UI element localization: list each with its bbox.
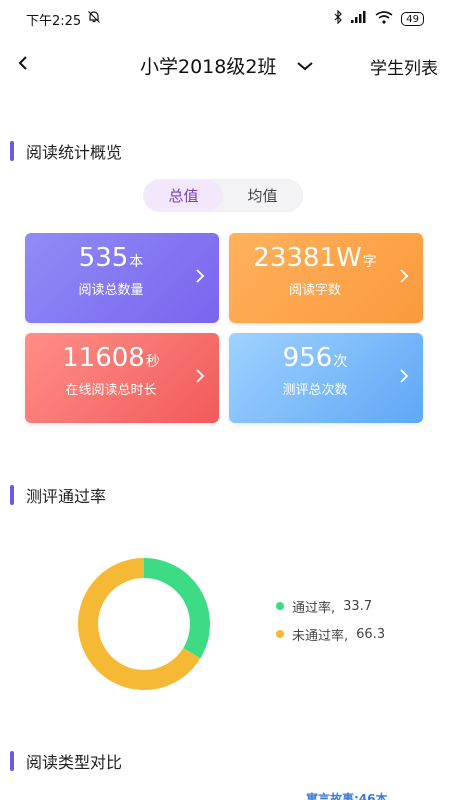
section-pass-rate-title: 测评通过率 bbox=[26, 487, 107, 506]
section-reading-type-title: 阅读类型对比 bbox=[26, 753, 123, 772]
stat-label: 在线阅读总时长 bbox=[65, 383, 157, 398]
signal-icon bbox=[351, 11, 367, 27]
toggle-total[interactable]: 总值 bbox=[144, 180, 223, 211]
stat-value-row: 956次 bbox=[229, 343, 401, 377]
section-marker bbox=[10, 141, 14, 161]
status-bar: 下午2:25 49 bbox=[0, 0, 450, 38]
stat-label: 测评总次数 bbox=[282, 383, 348, 398]
chevron-right-icon bbox=[193, 263, 207, 289]
legend-value-fail: 66.3 bbox=[356, 626, 386, 642]
pass-rate-donut-chart bbox=[78, 558, 210, 690]
section-marker bbox=[10, 751, 14, 771]
stat-card-words[interactable]: 23381W字 阅读字数 bbox=[229, 233, 423, 323]
stat-value: 11608 bbox=[62, 343, 145, 373]
class-selector[interactable]: 小学2018级2班 bbox=[140, 52, 314, 79]
section-reading-type-header: 阅读类型对比 bbox=[10, 749, 122, 773]
section-overview-header: 阅读统计概览 bbox=[10, 139, 122, 163]
legend-item-pass: 通过率, 33.7 bbox=[276, 592, 385, 620]
section-overview-title: 阅读统计概览 bbox=[26, 143, 123, 162]
stat-value: 535 bbox=[78, 243, 129, 273]
reading-type-label: 寓言故事:46本 bbox=[306, 792, 388, 800]
legend-label-pass: 通过率, bbox=[292, 600, 336, 616]
pass-rate-legend: 通过率, 33.7 未通过率, 66.3 bbox=[276, 592, 385, 648]
stat-value-row: 535本 bbox=[25, 243, 197, 277]
chevron-left-icon bbox=[17, 54, 29, 76]
status-time: 下午2:25 bbox=[26, 13, 82, 29]
top-nav: 小学2018级2班 学生列表 bbox=[0, 44, 450, 88]
stat-value: 956 bbox=[282, 343, 333, 373]
chevron-right-icon bbox=[397, 363, 411, 389]
value-mode-toggle: 总值 均值 bbox=[143, 179, 303, 212]
legend-label-fail: 未通过率, bbox=[292, 628, 349, 644]
stat-card-online-time[interactable]: 11608秒 在线阅读总时长 bbox=[25, 333, 219, 423]
toggle-average[interactable]: 均值 bbox=[223, 180, 302, 211]
status-left: 下午2:25 bbox=[26, 10, 101, 29]
legend-item-fail: 未通过率, 66.3 bbox=[276, 620, 385, 648]
battery-icon: 49 bbox=[401, 12, 424, 26]
legend-value-pass: 33.7 bbox=[343, 598, 373, 614]
legend-dot-pass bbox=[276, 602, 284, 610]
bell-muted-icon bbox=[87, 10, 101, 28]
bluetooth-icon bbox=[333, 9, 343, 28]
stat-unit: 秒 bbox=[145, 354, 160, 370]
stat-value-row: 23381W字 bbox=[229, 243, 401, 277]
stat-card-tests[interactable]: 956次 测评总次数 bbox=[229, 333, 423, 423]
stat-card-books[interactable]: 535本 阅读总数量 bbox=[25, 233, 219, 323]
back-button[interactable] bbox=[10, 50, 36, 80]
stat-value: 23381W bbox=[253, 243, 362, 273]
stat-label: 阅读字数 bbox=[288, 283, 341, 298]
chevron-down-icon bbox=[296, 60, 314, 72]
stat-unit: 次 bbox=[333, 354, 348, 370]
wifi-icon bbox=[375, 10, 393, 28]
section-pass-rate-header: 测评通过率 bbox=[10, 483, 106, 507]
section-marker bbox=[10, 485, 14, 505]
stat-unit: 本 bbox=[129, 254, 144, 270]
student-list-link[interactable]: 学生列表 bbox=[370, 54, 438, 79]
stat-unit: 字 bbox=[362, 254, 377, 270]
chevron-right-icon bbox=[397, 263, 411, 289]
stat-value-row: 11608秒 bbox=[25, 343, 197, 377]
chevron-right-icon bbox=[193, 363, 207, 389]
legend-dot-fail bbox=[276, 630, 284, 638]
status-right: 49 bbox=[333, 9, 424, 28]
stat-label: 阅读总数量 bbox=[78, 283, 144, 298]
class-title: 小学2018级2班 bbox=[140, 56, 277, 78]
